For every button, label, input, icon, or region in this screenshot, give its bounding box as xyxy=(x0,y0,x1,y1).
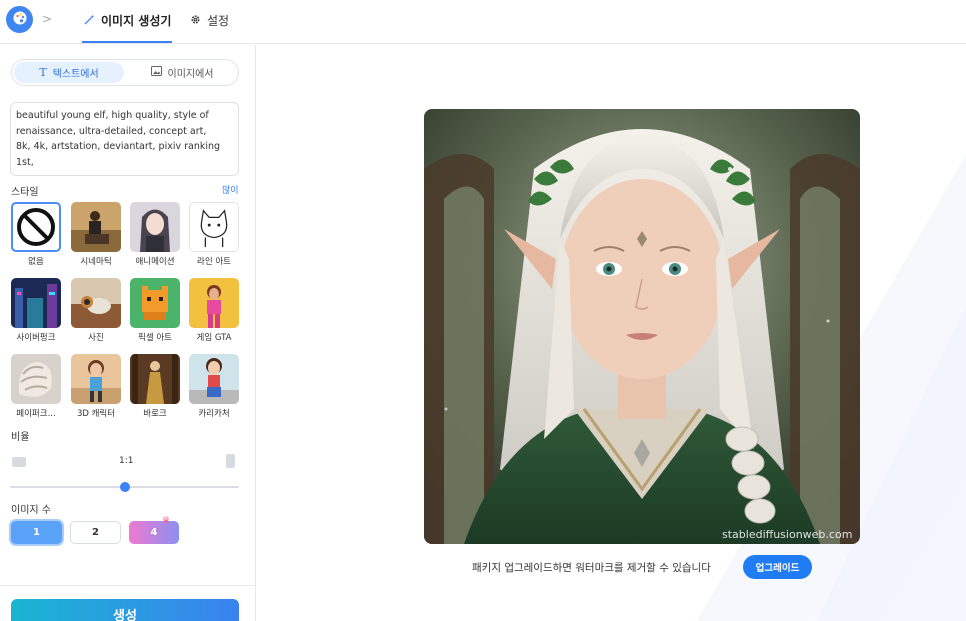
style-label: 스타일 xyxy=(11,187,39,198)
style-game-gta[interactable]: 게임 GTA xyxy=(188,278,240,343)
tab-label: 이미지 생성기 xyxy=(101,14,172,28)
style-name: 페이퍼크... xyxy=(16,409,56,419)
prompt-input[interactable]: beautiful young elf, high quality, style… xyxy=(10,102,239,176)
style-name: 3D 캐릭터 xyxy=(76,409,116,419)
style-name: 애니메이션 xyxy=(135,257,175,267)
style-thumb-cinematic xyxy=(71,202,121,252)
style-name: 카리카처 xyxy=(198,409,230,419)
none-icon xyxy=(13,208,59,250)
ratio-slider-thumb[interactable] xyxy=(119,482,130,492)
style-more-link[interactable]: 많이 xyxy=(222,183,239,196)
divider xyxy=(0,585,255,586)
mode-label: 텍스트에서 xyxy=(52,69,99,80)
upgrade-notice: 패키지 업그레이드하면 워터마크를 제거할 수 있습니다 xyxy=(472,562,711,574)
watermark: stablediffusionweb.com xyxy=(722,528,853,541)
image-count-label: 이미지 수 xyxy=(11,505,51,516)
style-baroque[interactable]: 바로크 xyxy=(129,354,181,419)
style-pixel-art[interactable]: 픽셀 아트 xyxy=(129,278,181,343)
portrait-ratio-icon[interactable] xyxy=(226,454,235,468)
style-thumb-photo xyxy=(71,278,121,328)
gear-icon xyxy=(190,14,201,28)
ratio-value: 1:1 xyxy=(119,456,134,466)
mode-label: 이미지에서 xyxy=(167,69,214,80)
style-name: 게임 GTA xyxy=(196,333,232,343)
style-3d-character[interactable]: 3D 캐릭터 xyxy=(70,354,122,419)
style-thumb-cyberpunk xyxy=(11,278,61,328)
style-name: 픽셀 아트 xyxy=(138,333,172,343)
text-icon: T xyxy=(39,66,47,79)
settings-panel: T 텍스트에서 이미지에서 beautiful young elf, high … xyxy=(0,45,256,621)
style-caricature[interactable]: 카리카처 xyxy=(188,354,240,419)
generate-button[interactable]: 생성 xyxy=(11,599,239,621)
style-name: 시네마틱 xyxy=(80,257,112,267)
palette-icon xyxy=(12,10,28,30)
image-count-2-button[interactable]: 2 xyxy=(70,521,121,544)
style-name: 바로크 xyxy=(143,409,167,419)
image-count-4-button[interactable]: 4 xyxy=(129,521,179,544)
style-line-art[interactable]: 라인 아트 xyxy=(188,202,240,267)
elf-portrait-image xyxy=(424,109,860,544)
mode-image-to-image[interactable]: 이미지에서 xyxy=(128,62,236,83)
magic-wand-icon xyxy=(84,14,95,28)
style-name: 라인 아트 xyxy=(197,257,231,267)
active-tab-indicator xyxy=(82,41,172,43)
style-papercraft[interactable]: 페이퍼크... xyxy=(10,354,62,419)
style-thumb xyxy=(11,202,61,252)
landscape-ratio-icon[interactable] xyxy=(12,457,26,467)
top-bar: > 이미지 생성기 설정 xyxy=(0,0,966,44)
mode-text-to-image[interactable]: T 텍스트에서 xyxy=(14,62,124,83)
style-thumb-line-art xyxy=(189,202,239,252)
tab-label: 설정 xyxy=(207,14,230,28)
tab-image-generator[interactable]: 이미지 생성기 xyxy=(84,12,171,29)
style-thumb-baroque xyxy=(130,354,180,404)
style-name: 없음 xyxy=(28,257,44,267)
tab-settings[interactable]: 설정 xyxy=(190,12,229,29)
style-thumb-papercraft xyxy=(11,354,61,404)
style-cyberpunk[interactable]: 사이버펑크 xyxy=(10,278,62,343)
style-name: 사이버펑크 xyxy=(16,333,56,343)
style-photo[interactable]: 사진 xyxy=(70,278,122,343)
breadcrumb-separator: > xyxy=(42,12,53,26)
style-thumb-3d-character xyxy=(71,354,121,404)
style-thumb-animation xyxy=(130,202,180,252)
style-thumb-caricature xyxy=(189,354,239,404)
upgrade-button[interactable]: 업그레이드 xyxy=(743,555,812,579)
image-count-1-button[interactable]: 1 xyxy=(11,521,62,544)
image-icon xyxy=(150,66,162,79)
style-none[interactable]: 없음 xyxy=(10,202,62,267)
ratio-label: 비율 xyxy=(11,432,30,443)
style-thumb-pixel-art xyxy=(130,278,180,328)
generated-image[interactable] xyxy=(424,109,860,544)
crown-icon: ♛ xyxy=(162,516,171,526)
style-thumb-game-gta xyxy=(189,278,239,328)
style-name: 사진 xyxy=(88,333,104,343)
app-logo[interactable] xyxy=(6,6,33,33)
mode-toggle: T 텍스트에서 이미지에서 xyxy=(11,59,239,86)
style-cinematic[interactable]: 시네마틱 xyxy=(70,202,122,267)
style-animation[interactable]: 애니메이션 xyxy=(129,202,181,267)
